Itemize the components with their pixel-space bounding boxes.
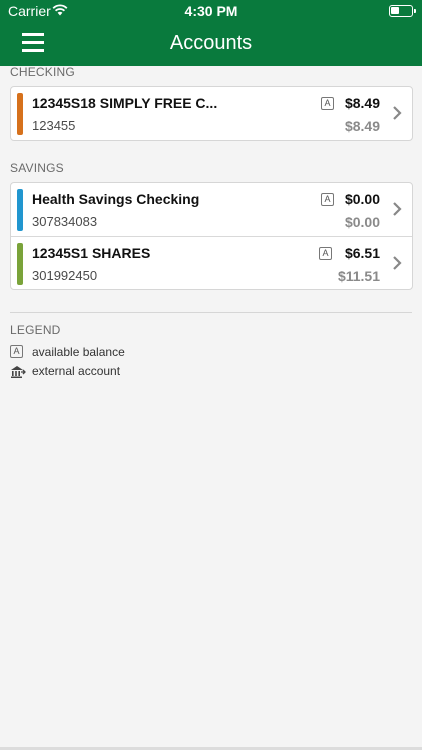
account-row[interactable]: Health Savings Checking 307834083 A $0.0… xyxy=(11,183,412,236)
legend-divider xyxy=(10,312,412,313)
status-time: 4:30 PM xyxy=(184,3,238,19)
chevron-right-icon xyxy=(393,256,402,270)
legend-label: external account xyxy=(32,364,121,378)
legend-label: available balance xyxy=(32,345,125,359)
battery-icon xyxy=(389,5,416,17)
current-balance: $11.51 xyxy=(337,268,380,284)
current-balance: $0.00 xyxy=(344,214,380,230)
account-number: 307834083 xyxy=(32,214,98,229)
current-balance: $8.49 xyxy=(344,118,380,134)
status-bar: Carrier 4:30 PM xyxy=(0,0,422,22)
external-account-icon xyxy=(11,366,26,378)
available-balance-icon: A xyxy=(321,97,334,110)
savings-accounts-card: Health Savings Checking 307834083 A $0.0… xyxy=(10,182,413,290)
available-balance: $8.49 xyxy=(344,95,380,111)
checking-accounts-card: 12345S18 SIMPLY FREE C... 123455 A $8.49… xyxy=(10,86,413,141)
section-label-savings: SAVINGS xyxy=(10,161,64,175)
available-balance: $6.51 xyxy=(344,245,380,261)
section-label-checking: CHECKING xyxy=(10,65,75,79)
available-balance: $0.00 xyxy=(344,191,380,207)
chevron-right-icon xyxy=(393,202,402,216)
account-name: 12345S18 SIMPLY FREE C... xyxy=(32,95,218,111)
chevron-right-icon xyxy=(393,106,402,120)
account-color-bar xyxy=(17,189,23,231)
page-title: Accounts xyxy=(169,32,253,54)
account-number: 301992450 xyxy=(32,268,98,283)
account-color-bar xyxy=(17,93,23,135)
account-name: Health Savings Checking xyxy=(32,191,200,207)
account-row[interactable]: 12345S18 SIMPLY FREE C... 123455 A $8.49… xyxy=(11,87,412,140)
account-row[interactable]: 12345S1 SHARES 301992450 A $6.51 $11.51 xyxy=(11,236,412,289)
account-color-bar xyxy=(17,243,23,285)
available-balance-icon: A xyxy=(319,247,332,260)
nav-bar: Accounts xyxy=(0,22,422,66)
account-number: 123455 xyxy=(32,118,76,133)
available-balance-icon: A xyxy=(10,345,23,358)
account-name: 12345S1 SHARES xyxy=(32,245,151,261)
available-balance-icon: A xyxy=(321,193,334,206)
section-label-legend: LEGEND xyxy=(10,323,61,337)
